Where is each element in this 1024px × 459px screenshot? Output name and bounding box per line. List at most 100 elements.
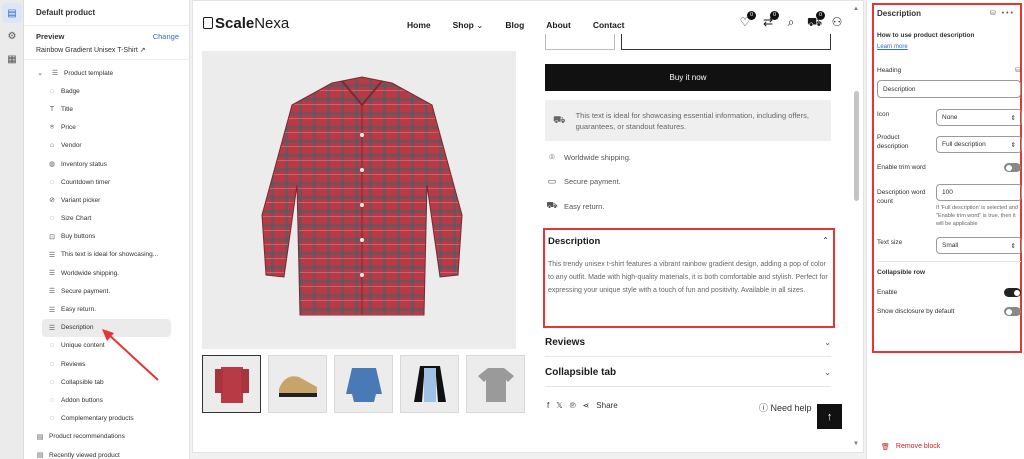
preview-product[interactable]: Rainbow Gradient Unisex T-Shirt — [36, 47, 138, 54]
block-icon: ☰ — [48, 288, 56, 296]
external-link-icon[interactable]: ↗ — [140, 47, 146, 54]
word-count-input[interactable]: 100 — [936, 184, 1022, 201]
text-size-select[interactable]: Small ⇕ — [936, 237, 1022, 254]
tree-product-template[interactable]: ⌄ ☰ Product template — [24, 64, 189, 82]
tree-block-easy-return[interactable]: ☰ Easy return. — [24, 300, 189, 318]
sidebar: Default product Preview Change Rainbow G… — [24, 0, 190, 459]
feature-payment: ▭ Secure payment. — [545, 176, 621, 187]
product-main-image[interactable] — [202, 51, 516, 349]
quantity-input[interactable] — [545, 34, 615, 50]
tree-block-title[interactable]: T Title — [24, 100, 189, 118]
nav-home[interactable]: Home — [407, 20, 431, 31]
tree-block-label: Reviews — [61, 360, 86, 368]
nav-contact[interactable]: Contact — [593, 20, 625, 31]
chevron-up-icon[interactable]: ⌃ — [822, 236, 829, 247]
accordion-collapsible-tab[interactable]: Collapsible tab ⌄ — [545, 359, 831, 387]
wishlist-heart-icon[interactable]: ♡ 0 — [738, 11, 756, 31]
tree-block-this-text-is-ideal-for-showcasing[interactable]: ☰ This text is ideal for showcasing... — [24, 246, 189, 264]
tree-block-secure-payment[interactable]: ☰ Secure payment. — [24, 282, 189, 300]
thumbnail-denim-jacket[interactable] — [334, 355, 393, 413]
more-icon[interactable]: ••• — [1002, 10, 1015, 17]
back-to-top-button[interactable]: ↑ — [817, 404, 842, 429]
database-icon[interactable]: ⛁ — [990, 10, 998, 17]
truck-icon: ⛟ — [553, 115, 566, 126]
tree-block-worldwide-shipping[interactable]: ☰ Worldwide shipping. — [24, 264, 189, 282]
tree-block-vendor[interactable]: ⌂ Vendor — [24, 137, 189, 155]
feature-return: ⛟ Easy return. — [546, 200, 605, 211]
chevron-down-icon: ⌄ — [476, 20, 484, 30]
tree-block-badge[interactable]: ◌ Badge — [24, 82, 189, 100]
enable-toggle[interactable] — [1004, 288, 1021, 297]
tree-block-countdown-timer[interactable]: ◌ Countdown timer — [24, 173, 189, 191]
preview-scrollbar[interactable] — [854, 91, 859, 201]
feature-shipping: ⌾ Worldwide shipping. — [545, 152, 631, 163]
learn-more-link[interactable]: Learn more — [877, 44, 1015, 50]
account-icon[interactable]: ⚇ — [830, 15, 844, 31]
apps-icon[interactable]: ▦ — [2, 49, 22, 69]
scroll-up-icon[interactable]: ▲ — [853, 6, 859, 12]
trim-word-toggle[interactable] — [1004, 163, 1021, 172]
template-icon: ☰ — [51, 70, 59, 78]
store-logo[interactable]: ScaleNexa — [203, 15, 289, 32]
chevron-down-icon[interactable]: ⌄ — [34, 69, 46, 77]
tree-section-product-recommendations[interactable]: ▤ Product recommendations — [24, 428, 189, 446]
share-icon[interactable]: ⋖ — [583, 401, 590, 410]
thumbnail-shoe[interactable] — [268, 355, 327, 413]
tree-block-label: This text is ideal for showcasing... — [61, 251, 159, 259]
tree-block-addon-buttons[interactable]: ◌ Addon buttons — [24, 391, 189, 409]
settings-gear-icon[interactable]: ⚙ — [2, 26, 22, 46]
tree-section-recently-viewed-product[interactable]: ▤ Recently viewed product — [24, 446, 189, 459]
tree-block-inventory-status[interactable]: ◍ Inventory status — [24, 155, 189, 173]
tree-block-buy-buttons[interactable]: ⊡ Buy buttons — [24, 228, 189, 246]
product-description-select[interactable]: Full description ⇕ — [936, 136, 1022, 153]
nav-about[interactable]: About — [546, 20, 571, 31]
word-count-label: Description word count — [877, 189, 926, 205]
trim-word-label: Enable trim word — [877, 164, 926, 171]
block-icon: ☰ — [48, 306, 56, 314]
cart-icon[interactable]: ⛟ 0 — [807, 11, 825, 31]
buy-now-button[interactable]: Buy it now — [545, 64, 831, 91]
chevron-updown-icon: ⇕ — [1010, 242, 1016, 250]
add-to-cart-button[interactable] — [621, 34, 831, 50]
tree-block-label: Title — [61, 105, 74, 113]
section-icon: ▤ — [36, 452, 44, 459]
tree-block-price[interactable]: ⍟ Price — [24, 119, 189, 137]
share-link[interactable]: Share — [596, 401, 617, 410]
pinterest-icon[interactable]: ℗ — [570, 401, 576, 410]
disclosure-label: Show disclosure by default — [877, 308, 955, 315]
search-icon[interactable]: ⌕ — [784, 15, 798, 31]
nav-blog[interactable]: Blog — [505, 20, 524, 31]
icon-label: Icon — [877, 111, 890, 118]
tree-block-complementary-products[interactable]: ◌ Complementary products — [24, 410, 189, 428]
heading-input[interactable]: Description — [877, 80, 1021, 98]
block-icon: ⊡ — [49, 233, 55, 241]
divider — [877, 261, 1021, 262]
remove-block-button[interactable]: 🗑 Remove block — [881, 443, 940, 451]
storefront-preview: ScaleNexa Home Shop ⌄ Blog About Contact… — [192, 0, 864, 453]
tree-block-size-chart[interactable]: ◌ Size Chart — [24, 210, 189, 228]
description-body: This trendy unisex t-shirt features a vi… — [548, 261, 828, 294]
scroll-down-icon[interactable]: ▼ — [853, 441, 859, 447]
dynamic-source-icon[interactable]: ⛁ — [1015, 66, 1021, 74]
disclosure-toggle[interactable] — [1004, 307, 1021, 316]
compare-icon[interactable]: ⇄ 0 — [761, 11, 779, 31]
accordion-reviews[interactable]: Reviews ⌄ — [545, 329, 831, 357]
collapsible-row-heading: Collapsible row — [877, 269, 926, 276]
thumbnail-sweater[interactable] — [400, 355, 459, 413]
thumbnail-plaid-shirt[interactable] — [202, 355, 261, 413]
description-block[interactable]: Description ⌃ This trendy unisex t-shirt … — [543, 228, 835, 328]
change-link[interactable]: Change — [153, 32, 179, 41]
facebook-icon[interactable]: f — [547, 401, 549, 410]
sections-icon[interactable]: ▤ — [2, 3, 22, 23]
nav-shop[interactable]: Shop ⌄ — [453, 20, 484, 31]
x-icon[interactable]: 𝕏 — [556, 401, 562, 410]
block-icon: T — [49, 105, 55, 113]
block-icon: ◌ — [49, 360, 55, 368]
chevron-down-icon: ⌄ — [824, 368, 831, 377]
thumbnail-grey-tshirt[interactable] — [466, 355, 525, 413]
tree-section-label: Recently viewed product — [49, 451, 120, 459]
icon-select[interactable]: None ⇕ — [936, 109, 1022, 126]
need-help-link[interactable]: ⓘ Need help — [759, 401, 812, 414]
credit-card-icon: ▭ — [547, 176, 557, 186]
tree-block-variant-picker[interactable]: ⊘ Variant picker — [24, 191, 189, 209]
